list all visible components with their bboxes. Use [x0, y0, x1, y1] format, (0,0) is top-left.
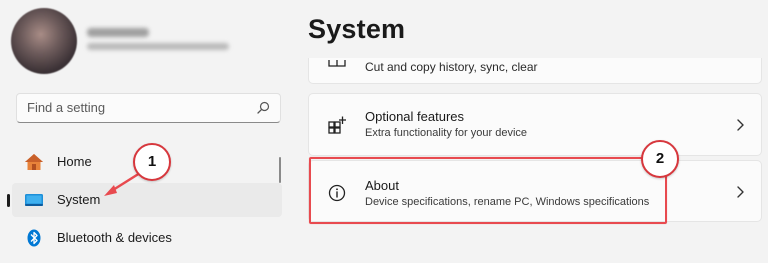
clipboard-icon — [328, 60, 346, 67]
search-icon — [257, 101, 270, 114]
card-subtitle: Cut and copy history, sync, clear — [365, 60, 538, 74]
user-email-blurred — [87, 43, 229, 50]
search-placeholder: Find a setting — [27, 100, 106, 115]
sidebar-item-label: Home — [57, 154, 92, 169]
sidebar-scrollbar[interactable] — [279, 157, 281, 183]
avatar[interactable] — [11, 8, 77, 74]
selected-indicator — [7, 194, 10, 207]
sidebar: Find a setting Home System Bluetooth & d… — [0, 0, 293, 263]
add-features-icon — [328, 116, 346, 134]
sidebar-item-label: System — [57, 192, 101, 207]
card-title: Optional features — [365, 109, 465, 124]
bluetooth-icon — [27, 229, 41, 247]
sidebar-item-bluetooth[interactable]: Bluetooth & devices — [12, 221, 282, 255]
sidebar-item-label: Bluetooth & devices — [57, 230, 172, 245]
highlight-box-about — [309, 157, 667, 224]
step-badge-2: 2 — [641, 140, 679, 178]
user-name-blurred — [87, 28, 149, 37]
card-subtitle: Extra functionality for your device — [365, 127, 528, 139]
chevron-right-icon — [737, 119, 744, 131]
settings-card-optional-features[interactable]: Optional features Extra functionality fo… — [308, 93, 762, 156]
settings-card-clipboard[interactable]: Cut and copy history, sync, clear — [308, 58, 762, 84]
chevron-right-icon — [737, 186, 744, 198]
page-title: System — [308, 14, 406, 44]
sidebar-item-system[interactable]: System — [7, 183, 282, 217]
step-badge-1: 1 — [133, 143, 171, 181]
search-input[interactable]: Find a setting — [16, 93, 281, 123]
home-icon — [25, 154, 43, 170]
system-display-icon — [25, 194, 43, 206]
